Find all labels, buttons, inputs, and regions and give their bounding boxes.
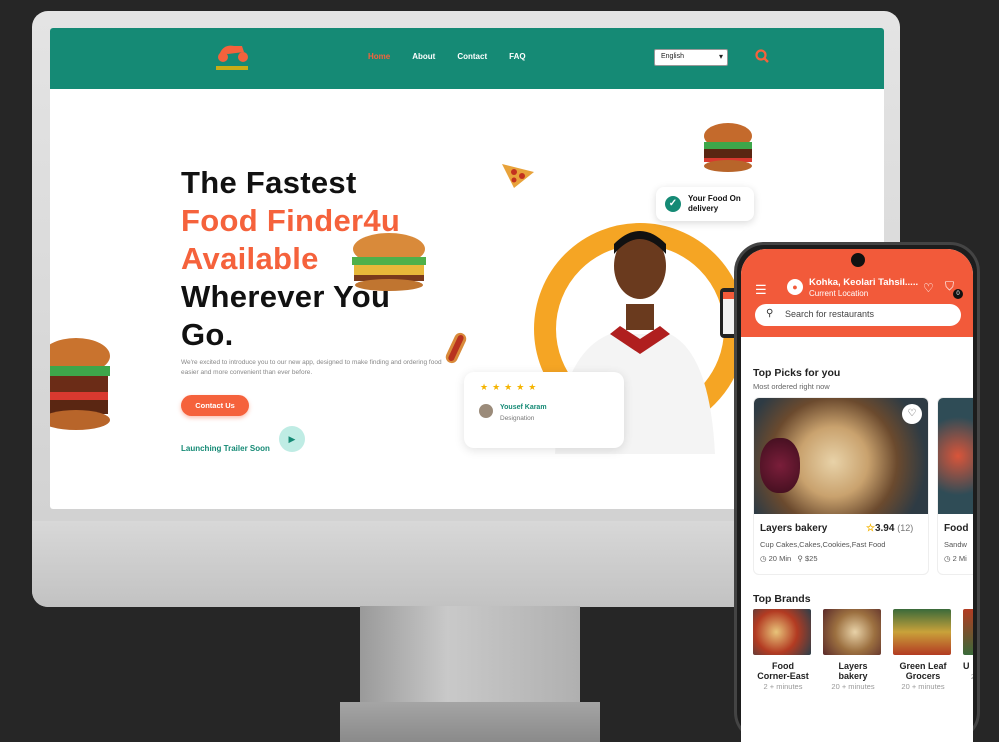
restaurant-name-2: Food <box>944 523 969 534</box>
hero-line-4: Wherever You <box>181 279 391 314</box>
brand-name: U <box>963 661 970 671</box>
nav-about[interactable]: About <box>412 52 435 61</box>
search-icon[interactable] <box>754 48 770 64</box>
delivery-line-2: delivery <box>688 204 719 213</box>
hero-line-3: Available <box>181 241 319 276</box>
restaurant-card-2[interactable]: Food Sandw ◷ 2 Mi <box>937 397 973 575</box>
favorite-heart-icon[interactable]: ♡ <box>902 404 922 424</box>
delivery-time-2: 2 Mi <box>952 554 967 563</box>
top-picks-subtitle: Most ordered right now <box>753 382 830 391</box>
search-icon: ⚲ <box>766 308 774 319</box>
delivery-time: 20 Min <box>768 554 792 563</box>
trailer-label: Launching Trailer Soon <box>181 444 270 453</box>
top-picks-title: Top Picks for you <box>753 367 841 379</box>
brand-name: Layers bakery <box>838 661 868 681</box>
brand-name: Food Corner-East <box>757 661 809 681</box>
phone-device: ☰ ● Kohka, Keolari Tahsil..... Current L… <box>734 242 980 742</box>
testimonial-name: Yousef Karam <box>500 404 547 411</box>
rating-stars: ★★★★★ <box>480 382 541 392</box>
location-subtitle: Current Location <box>809 289 869 298</box>
check-icon: ✓ <box>665 196 681 212</box>
restaurant-image-2 <box>938 398 973 514</box>
bike-icon: ⚲ <box>797 554 803 563</box>
restaurant-meta-2: ◷ 2 Mi <box>944 554 967 563</box>
burger-top-right-image <box>704 123 752 172</box>
hero-line-5: Go. <box>181 317 234 352</box>
pizza-slice-image <box>502 164 534 188</box>
brand-item[interactable]: Green Leaf Grocers 20 + minutes <box>893 609 953 691</box>
heart-icon[interactable]: ♡ <box>923 281 934 295</box>
brand-image <box>753 609 811 655</box>
nav-contact[interactable]: Contact <box>457 52 487 61</box>
contact-us-button[interactable]: Contact Us <box>181 395 249 416</box>
brand-item[interactable]: Layers bakery 20 + minutes <box>823 609 883 691</box>
search-placeholder: Search for restaurants <box>785 309 875 319</box>
hero-line-1: The Fastest <box>181 165 357 200</box>
logo[interactable] <box>210 40 254 76</box>
avatar <box>479 404 493 418</box>
location-pin-icon: ● <box>787 279 803 295</box>
hero-line-2: Food Finder4u <box>181 203 401 238</box>
restaurant-name: Layers bakery <box>760 523 828 534</box>
brand-list: Food Corner-East 2 + minutes Layers bakery… <box>753 609 973 691</box>
brand-time: 20 + minutes <box>831 682 875 691</box>
rating-value: 3.94 <box>874 523 895 534</box>
burger-left-image <box>50 338 110 430</box>
navbar: Home About Contact FAQ English <box>50 28 884 89</box>
menu-icon[interactable]: ☰ <box>755 282 767 298</box>
brand-time: 2 + minutes <box>763 682 803 691</box>
jam-bowl <box>760 438 800 493</box>
restaurant-tags-2: Sandw <box>944 540 967 549</box>
restaurant-tags: Cup Cakes,Cakes,Cookies,Fast Food <box>760 540 886 549</box>
brand-image <box>963 609 973 655</box>
location-title[interactable]: Kohka, Keolari Tahsil..... <box>809 277 918 288</box>
play-icon[interactable]: ▶ <box>279 426 305 452</box>
restaurant-rating: ☆3.94 (12) <box>866 523 913 534</box>
stage: Home About Contact FAQ English ▾ The Fas… <box>0 0 999 742</box>
review-count: (12) <box>897 523 914 533</box>
hero-heading: The Fastest Food Finder4u Available Wher… <box>181 164 400 354</box>
brand-image <box>823 609 881 655</box>
restaurant-meta: ◷ 20 Min ⚲ $25 <box>760 554 818 563</box>
nav-links: Home About Contact FAQ <box>368 52 526 61</box>
brand-item[interactable]: U 2 <box>963 609 973 691</box>
nav-faq[interactable]: FAQ <box>509 52 525 61</box>
brand-image <box>893 609 951 655</box>
top-brands-title: Top Brands <box>753 593 811 605</box>
language-select[interactable]: English <box>654 49 728 66</box>
brand-time: 2 <box>970 672 973 681</box>
brand-name: Green Leaf Grocers <box>899 661 947 681</box>
cart-count-badge: 0 <box>953 289 963 299</box>
star-icon: ☆ <box>866 523 875 534</box>
brand-item[interactable]: Food Corner-East 2 + minutes <box>753 609 813 691</box>
delivery-status-card: ✓ Your Food On delivery <box>656 187 754 221</box>
testimonial-designation: Designation <box>500 415 535 422</box>
testimonial-card: ★★★★★ Yousef Karam Designation <box>464 372 624 448</box>
hero-intro: We're excited to introduce you to our ne… <box>181 359 442 376</box>
monitor-stand <box>340 606 600 742</box>
delivery-line-1: Your Food On <box>688 194 741 203</box>
restaurant-card[interactable]: ♡ Layers bakery ☆3.94 (12) Cup Cakes,Cak… <box>753 397 929 575</box>
nav-home[interactable]: Home <box>368 52 390 61</box>
price: $25 <box>805 554 818 563</box>
camera-notch <box>851 253 865 267</box>
restaurant-search-input[interactable]: ⚲ Search for restaurants <box>755 304 961 326</box>
phone-header: ☰ ● Kohka, Keolari Tahsil..... Current L… <box>741 249 973 337</box>
brand-time: 20 + minutes <box>901 682 945 691</box>
clock-icon: ◷ <box>760 554 767 563</box>
clock-icon: ◷ <box>944 554 951 563</box>
phone-screen: ☰ ● Kohka, Keolari Tahsil..... Current L… <box>741 249 973 742</box>
